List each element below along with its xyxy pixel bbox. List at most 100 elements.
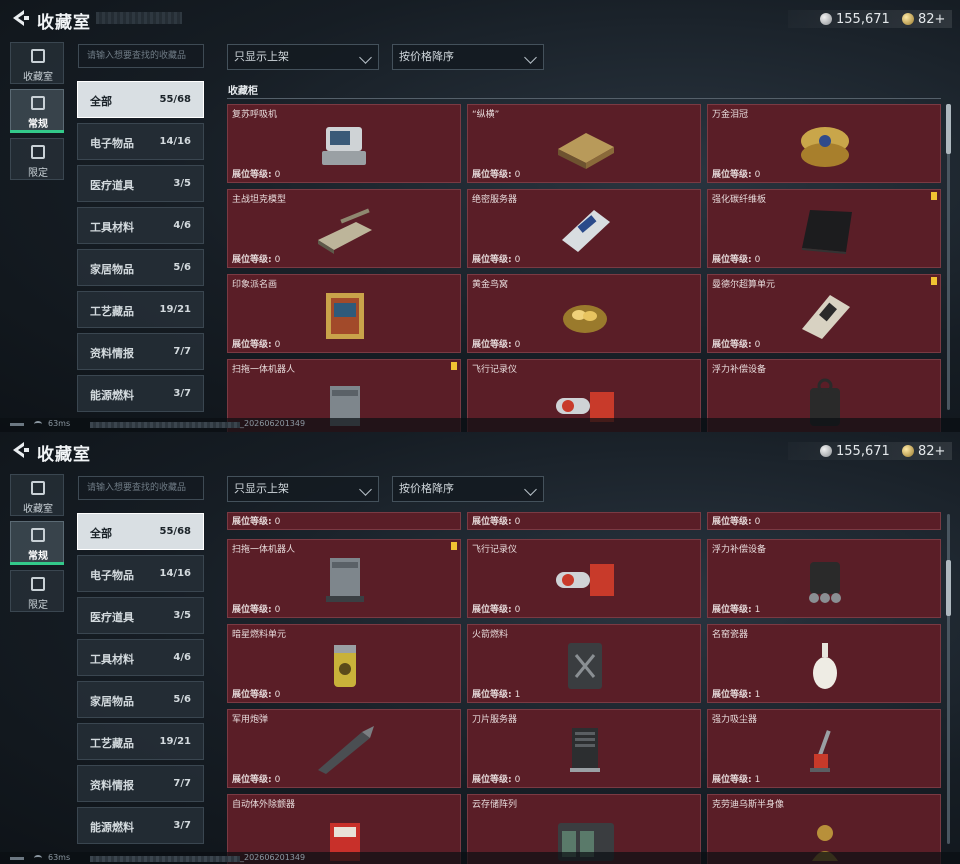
item-name: 曼德尔超算单元	[712, 280, 776, 290]
item-card[interactable]: 浮力补偿设备 展位等级: 1	[707, 539, 941, 618]
level-value: 0	[514, 775, 521, 785]
sort-dropdown[interactable]: 按价格降序	[392, 476, 544, 502]
level-label: 展位等级:	[232, 170, 272, 180]
category-home[interactable]: 家居物品 5/6	[77, 249, 204, 286]
item-card[interactable]: 主战坦克模型 展位等级: 0	[227, 189, 461, 268]
level-value: 0	[274, 690, 281, 700]
category-medical[interactable]: 医疗道具 3/5	[77, 597, 204, 634]
sort-value: 按价格降序	[399, 482, 454, 495]
item-level: 展位等级: 0	[472, 602, 520, 615]
blade-server-icon	[570, 728, 600, 772]
item-card[interactable]: 扫拖一体机器人 展位等级: 0	[227, 539, 461, 618]
ping-value: 63ms	[48, 419, 71, 428]
server-icon	[562, 210, 610, 252]
item-card[interactable]: 暗星燃料单元 展位等级: 0	[227, 624, 461, 703]
level-label: 展位等级:	[712, 517, 752, 527]
item-card[interactable]: 火箭燃料 展位等级: 1	[467, 624, 701, 703]
sort-dropdown[interactable]: 按价格降序	[392, 44, 544, 70]
item-level: 展位等级: 0	[232, 602, 280, 615]
item-name: “纵横”	[472, 110, 500, 120]
category-home[interactable]: 家居物品 5/6	[77, 681, 204, 718]
category-intel[interactable]: 资料情报 7/7	[77, 333, 204, 370]
rail-collection[interactable]: 收藏室	[10, 42, 64, 84]
rail-regular[interactable]: 常规	[10, 521, 64, 565]
back-arrow-icon[interactable]	[8, 440, 30, 460]
tank-model-icon	[318, 208, 372, 254]
scrollbar-thumb[interactable]	[946, 560, 951, 616]
regular-icon	[31, 528, 45, 542]
rail-collection[interactable]: 收藏室	[10, 474, 64, 516]
item-name: 浮力补偿设备	[712, 365, 767, 375]
category-intel[interactable]: 资料情报 7/7	[77, 765, 204, 802]
shelf-filter-dropdown[interactable]: 只显示上架	[227, 476, 379, 502]
item-card[interactable]: 展位等级: 0	[707, 512, 941, 530]
rail-limited[interactable]: 限定	[10, 138, 64, 180]
category-medical[interactable]: 医疗道具 3/5	[77, 165, 204, 202]
category-name: 资料情报	[90, 779, 134, 792]
item-card[interactable]: 刀片服务器 展位等级: 0	[467, 709, 701, 788]
category-all[interactable]: 全部 55/68	[77, 81, 204, 118]
item-card[interactable]: 强化碳纤维板 展位等级: 0	[707, 189, 941, 268]
level-value: 0	[274, 255, 281, 265]
category-count: 19/21	[159, 736, 191, 747]
item-card[interactable]: 印象派名画 展位等级: 0	[227, 274, 461, 353]
category-tools[interactable]: 工具材料 4/6	[77, 207, 204, 244]
category-name: 工具材料	[90, 653, 134, 666]
rail-regular[interactable]: 常规	[10, 89, 64, 133]
item-card[interactable]: 展位等级: 0	[227, 512, 461, 530]
category-crafts[interactable]: 工艺藏品 19/21	[77, 291, 204, 328]
item-card[interactable]: 万金泪冠 展位等级: 0	[707, 104, 941, 183]
rail-limited[interactable]: 限定	[10, 570, 64, 612]
collection-icon	[31, 481, 45, 495]
rail-label: 常规	[28, 119, 48, 130]
porcelain-vase-icon	[813, 643, 837, 689]
currency-gold[interactable]: 82+	[902, 8, 945, 30]
item-card[interactable]: 绝密服务器 展位等级: 0	[467, 189, 701, 268]
level-label: 展位等级:	[472, 517, 512, 527]
item-card[interactable]: 飞行记录仪 展位等级: 0	[467, 539, 701, 618]
category-fuel[interactable]: 能源燃料 3/7	[77, 375, 204, 412]
item-card[interactable]: 展位等级: 0	[467, 512, 701, 530]
category-count: 5/6	[173, 262, 191, 273]
item-card[interactable]: 复苏呼吸机 展位等级: 0	[227, 104, 461, 183]
currency-gold[interactable]: 82+	[902, 440, 945, 462]
item-name: 绝密服务器	[472, 195, 518, 205]
item-level: 展位等级: 0	[712, 514, 760, 527]
back-arrow-icon[interactable]	[8, 8, 30, 28]
level-value: 0	[274, 517, 281, 527]
search-input[interactable]: 请输入想要查找的收藏品	[78, 476, 204, 500]
shelf-filter-dropdown[interactable]: 只显示上架	[227, 44, 379, 70]
category-crafts[interactable]: 工艺藏品 19/21	[77, 723, 204, 760]
category-tools[interactable]: 工具材料 4/6	[77, 639, 204, 676]
category-count: 14/16	[159, 136, 191, 147]
screen-top: 收藏室 155,671 82+ 收藏室 常规 限定 请输入想要查找的收藏品 只显…	[0, 0, 960, 432]
category-name: 医疗道具	[90, 179, 134, 192]
item-level: 展位等级: 0	[472, 252, 520, 265]
item-card[interactable]: 强力吸尘器 展位等级: 1	[707, 709, 941, 788]
item-card[interactable]: 黄金鸟窝 展位等级: 0	[467, 274, 701, 353]
item-name: 扫拖一体机器人	[232, 365, 296, 375]
category-name: 工艺藏品	[90, 737, 134, 750]
item-card[interactable]: 军用炮弹 展位等级: 0	[227, 709, 461, 788]
category-count: 7/7	[173, 346, 191, 357]
category-fuel[interactable]: 能源燃料 3/7	[77, 807, 204, 844]
item-card[interactable]: 曼德尔超算单元 展位等级: 0	[707, 274, 941, 353]
category-name: 家居物品	[90, 263, 134, 276]
section-title: 收藏柜	[228, 86, 258, 97]
level-value: 1	[754, 690, 761, 700]
item-card[interactable]: “纵横” 展位等级: 0	[467, 104, 701, 183]
category-count: 7/7	[173, 778, 191, 789]
search-input[interactable]: 请输入想要查找的收藏品	[78, 44, 204, 68]
category-electronics[interactable]: 电子物品 14/16	[77, 123, 204, 160]
level-label: 展位等级:	[712, 255, 752, 265]
item-card[interactable]: 名窑瓷器 展位等级: 1	[707, 624, 941, 703]
category-electronics[interactable]: 电子物品 14/16	[77, 555, 204, 592]
item-name: 黄金鸟窝	[472, 280, 509, 290]
level-value: 0	[274, 605, 281, 615]
category-all[interactable]: 全部 55/68	[77, 513, 204, 550]
scrollbar-thumb[interactable]	[946, 104, 951, 154]
level-value: 0	[754, 255, 761, 265]
item-name: 强力吸尘器	[712, 715, 758, 725]
category-name: 医疗道具	[90, 611, 134, 624]
status-bar: 63ms _202606201349	[0, 418, 960, 432]
